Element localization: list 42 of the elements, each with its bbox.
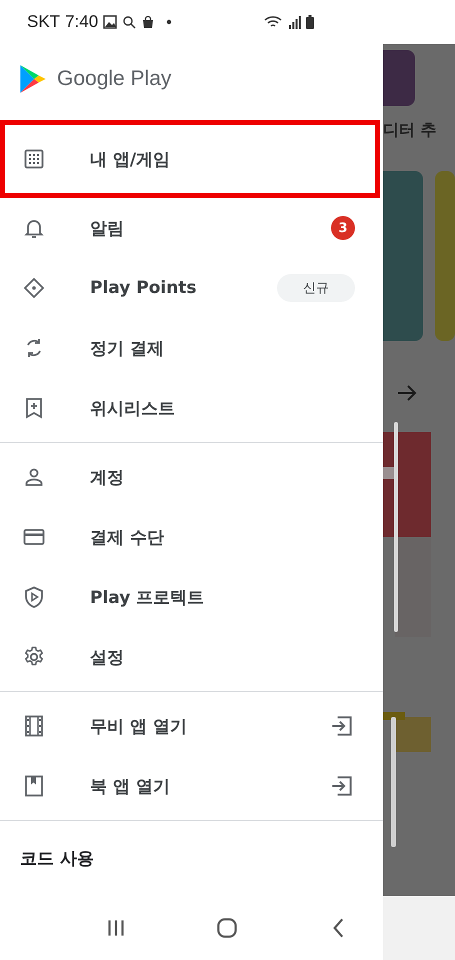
menu-item[interactable]: 무비 앱 열기	[0, 696, 380, 756]
app-tile	[383, 50, 415, 106]
battery-icon	[306, 15, 314, 29]
app-title: Google Play	[57, 67, 172, 91]
new-tag: 신규	[277, 274, 355, 302]
menu-item[interactable]: 결제 수단	[0, 507, 380, 567]
menu-item[interactable]: 북 앱 열기	[0, 756, 380, 816]
menu-label: 정기 결제	[90, 338, 165, 360]
footer-link[interactable]: 코드 사용	[20, 847, 363, 870]
signal-icon	[289, 15, 302, 29]
menu-label: 북 앱 열기	[90, 776, 171, 798]
notification-count: 3	[331, 216, 355, 240]
menu-item[interactable]: 계정	[0, 447, 380, 507]
menu-label: 계정	[90, 466, 125, 488]
grid-icon	[22, 147, 46, 171]
menu-label: 알림	[90, 218, 125, 240]
section-heading: 디터 추	[383, 120, 438, 141]
menu-label: Play 프로텍트	[90, 586, 206, 608]
menu-label: 위시리스트	[90, 398, 176, 420]
menu-item[interactable]: 정기 결제	[0, 318, 380, 378]
menu-label: 설정	[90, 646, 125, 668]
menu-label: Play Points	[90, 278, 198, 298]
shield-play-icon	[22, 585, 46, 609]
menu-item[interactable]: Play Points 신규	[0, 258, 380, 318]
menu-item[interactable]: 설정	[0, 627, 380, 687]
menu-label: 내 앱/게임	[90, 148, 172, 170]
book-icon	[22, 774, 46, 798]
shopping-bag-icon	[141, 15, 156, 29]
image-icon	[103, 15, 118, 29]
diamond-icon	[22, 276, 46, 300]
menu-item[interactable]: 위시리스트	[0, 378, 380, 438]
menu-item[interactable]: Play 프로텍트	[0, 567, 380, 627]
play-logo-icon	[19, 64, 47, 94]
carrier-label: SKT	[27, 12, 60, 32]
menu-label: 결제 수단	[90, 526, 165, 548]
menu-item[interactable]: 알림 3	[0, 198, 380, 258]
menu-item[interactable]: 내 앱/게임	[0, 120, 380, 198]
film-icon	[22, 714, 46, 738]
search-icon	[122, 15, 136, 29]
clock: 7:40	[65, 12, 98, 32]
dot-icon	[166, 19, 172, 25]
menu-label: 무비 앱 열기	[90, 716, 188, 738]
